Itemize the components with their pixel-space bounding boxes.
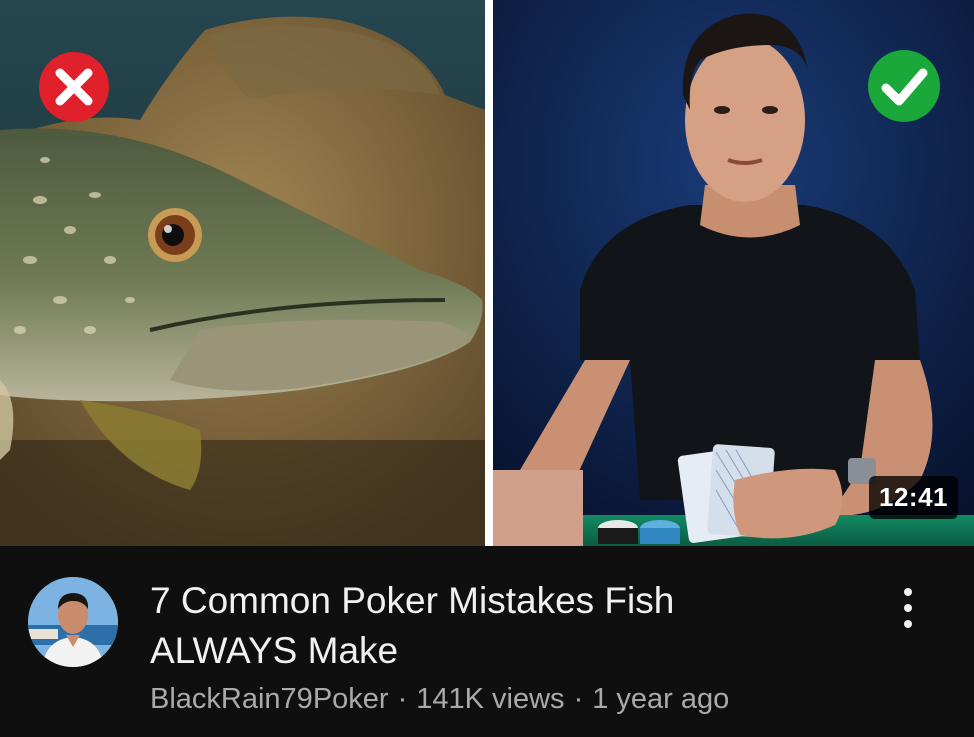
channel-name[interactable]: BlackRain79Poker — [150, 683, 389, 715]
menu-dot — [904, 604, 912, 612]
green-check-icon — [868, 50, 940, 122]
video-thumbnail[interactable]: 12:41 — [0, 0, 974, 546]
thumbnail-divider — [485, 0, 493, 546]
menu-dot — [904, 620, 912, 628]
left-panel-fish — [0, 0, 485, 546]
video-card[interactable]: 12:41 7 Common Poker Mistakes Fish ALWAY… — [0, 0, 974, 737]
more-vertical-icon[interactable] — [888, 584, 928, 632]
avatar-image — [28, 577, 118, 667]
video-title-line-2: ALWAYS Make — [150, 630, 399, 671]
view-count: 141K views — [416, 683, 565, 715]
meta-separator: · — [573, 683, 584, 715]
video-metadata: BlackRain79Poker · 141K views · 1 year ago — [150, 683, 729, 716]
video-title[interactable]: 7 Common Poker Mistakes Fish ALWAYS Make — [150, 576, 850, 676]
red-x-icon — [39, 52, 109, 122]
meta-separator: · — [397, 683, 408, 715]
right-panel-player — [493, 0, 974, 546]
video-title-line-1: 7 Common Poker Mistakes Fish — [150, 580, 675, 621]
upload-age: 1 year ago — [592, 683, 730, 715]
video-duration-badge: 12:41 — [869, 476, 958, 519]
video-info: 7 Common Poker Mistakes Fish ALWAYS Make… — [0, 546, 974, 737]
menu-dot — [904, 588, 912, 596]
channel-avatar[interactable] — [28, 577, 118, 667]
thumbnail-image — [0, 0, 974, 546]
